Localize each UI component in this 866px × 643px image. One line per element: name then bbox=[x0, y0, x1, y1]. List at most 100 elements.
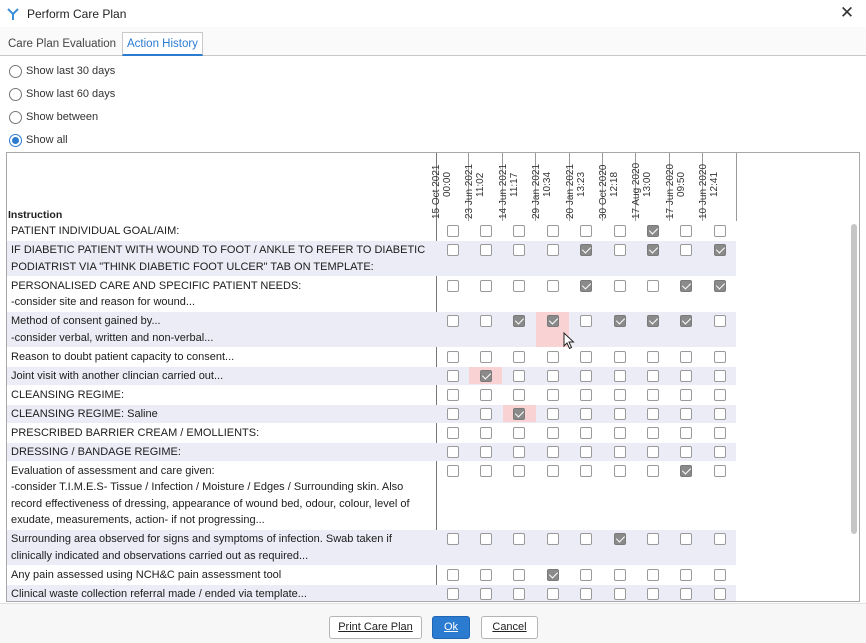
checkbox[interactable] bbox=[613, 244, 626, 256]
ok-button[interactable]: Ok bbox=[432, 616, 470, 639]
checkbox[interactable] bbox=[580, 568, 593, 581]
checkbox[interactable] bbox=[479, 587, 492, 600]
checkbox[interactable] bbox=[479, 315, 492, 327]
checkbox[interactable] bbox=[646, 279, 659, 292]
checkbox[interactable] bbox=[646, 445, 659, 458]
checkbox[interactable] bbox=[546, 533, 559, 545]
checkbox[interactable] bbox=[680, 426, 693, 439]
checkbox[interactable] bbox=[713, 225, 726, 237]
checkbox[interactable] bbox=[446, 369, 459, 382]
checkbox[interactable] bbox=[613, 350, 626, 363]
checkbox[interactable] bbox=[446, 407, 459, 420]
checkbox[interactable] bbox=[546, 464, 559, 477]
checkbox[interactable] bbox=[546, 587, 559, 600]
checkbox[interactable] bbox=[580, 533, 593, 545]
checkbox[interactable] bbox=[713, 350, 726, 363]
checkbox[interactable] bbox=[513, 464, 526, 477]
checkbox[interactable] bbox=[513, 587, 526, 600]
checkbox[interactable] bbox=[713, 315, 726, 327]
radio-button[interactable] bbox=[9, 110, 22, 124]
checked-checkbox[interactable] bbox=[580, 279, 593, 292]
filter-last-30-days[interactable]: Show last 30 days bbox=[9, 62, 115, 80]
checkbox[interactable] bbox=[580, 388, 593, 401]
checkbox[interactable] bbox=[446, 426, 459, 439]
checked-checkbox[interactable] bbox=[613, 315, 626, 327]
checkbox[interactable] bbox=[646, 388, 659, 401]
checkbox[interactable] bbox=[546, 369, 559, 382]
checkbox[interactable] bbox=[580, 369, 593, 382]
checkbox[interactable] bbox=[479, 350, 492, 363]
checked-checkbox[interactable] bbox=[613, 533, 626, 545]
checkbox[interactable] bbox=[513, 533, 526, 545]
checkbox[interactable] bbox=[680, 225, 693, 237]
checkbox[interactable] bbox=[713, 568, 726, 581]
checkbox[interactable] bbox=[613, 369, 626, 382]
checkbox[interactable] bbox=[446, 279, 459, 292]
checkbox[interactable] bbox=[646, 533, 659, 545]
checkbox[interactable] bbox=[646, 369, 659, 382]
checkbox[interactable] bbox=[580, 350, 593, 363]
checkbox[interactable] bbox=[446, 350, 459, 363]
checkbox[interactable] bbox=[479, 388, 492, 401]
checkbox[interactable] bbox=[513, 225, 526, 237]
radio-button[interactable] bbox=[9, 64, 22, 78]
checkbox[interactable] bbox=[580, 426, 593, 439]
checkbox[interactable] bbox=[613, 279, 626, 292]
checked-checkbox[interactable] bbox=[680, 464, 693, 477]
checkbox[interactable] bbox=[446, 587, 459, 600]
print-care-plan-button[interactable]: Print Care Plan bbox=[329, 616, 422, 639]
checked-checkbox[interactable] bbox=[713, 244, 726, 256]
checkbox[interactable] bbox=[513, 244, 526, 256]
checked-checkbox[interactable] bbox=[546, 568, 559, 581]
checked-checkbox[interactable] bbox=[646, 225, 659, 237]
checkbox[interactable] bbox=[613, 426, 626, 439]
vertical-scrollbar[interactable] bbox=[850, 154, 859, 601]
checkbox[interactable] bbox=[513, 388, 526, 401]
checkbox[interactable] bbox=[479, 244, 492, 256]
checkbox[interactable] bbox=[546, 225, 559, 237]
checked-checkbox[interactable] bbox=[479, 369, 492, 382]
checkbox[interactable] bbox=[446, 225, 459, 237]
checkbox[interactable] bbox=[513, 426, 526, 439]
checkbox[interactable] bbox=[680, 350, 693, 363]
checkbox[interactable] bbox=[580, 445, 593, 458]
filter-show-between[interactable]: Show between bbox=[9, 108, 98, 126]
checkbox[interactable] bbox=[446, 533, 459, 545]
filter-last-60-days[interactable]: Show last 60 days bbox=[9, 85, 115, 103]
checkbox[interactable] bbox=[613, 587, 626, 600]
checkbox[interactable] bbox=[546, 426, 559, 439]
checkbox[interactable] bbox=[546, 350, 559, 363]
checkbox[interactable] bbox=[680, 388, 693, 401]
checkbox[interactable] bbox=[613, 464, 626, 477]
checkbox[interactable] bbox=[479, 464, 492, 477]
checkbox[interactable] bbox=[479, 568, 492, 581]
checkbox[interactable] bbox=[713, 445, 726, 458]
checkbox[interactable] bbox=[680, 587, 693, 600]
checkbox[interactable] bbox=[513, 350, 526, 363]
checkbox[interactable] bbox=[713, 464, 726, 477]
checkbox[interactable] bbox=[680, 407, 693, 420]
checkbox[interactable] bbox=[646, 426, 659, 439]
checkbox[interactable] bbox=[446, 464, 459, 477]
checkbox[interactable] bbox=[613, 568, 626, 581]
checkbox[interactable] bbox=[479, 407, 492, 420]
checkbox[interactable] bbox=[513, 369, 526, 382]
tab-action-history[interactable]: Action History bbox=[122, 32, 203, 56]
checkbox[interactable] bbox=[446, 315, 459, 327]
checkbox[interactable] bbox=[680, 568, 693, 581]
checkbox[interactable] bbox=[446, 244, 459, 256]
checkbox[interactable] bbox=[680, 244, 693, 256]
checkbox[interactable] bbox=[479, 426, 492, 439]
checkbox[interactable] bbox=[713, 587, 726, 600]
checkbox[interactable] bbox=[479, 533, 492, 545]
checked-checkbox[interactable] bbox=[546, 315, 559, 327]
checkbox[interactable] bbox=[446, 568, 459, 581]
checkbox[interactable] bbox=[580, 315, 593, 327]
checkbox[interactable] bbox=[580, 464, 593, 477]
checkbox[interactable] bbox=[680, 445, 693, 458]
radio-button[interactable] bbox=[9, 133, 22, 147]
checkbox[interactable] bbox=[479, 279, 492, 292]
checked-checkbox[interactable] bbox=[680, 279, 693, 292]
checked-checkbox[interactable] bbox=[580, 244, 593, 256]
scrollbar-thumb[interactable] bbox=[851, 224, 857, 534]
